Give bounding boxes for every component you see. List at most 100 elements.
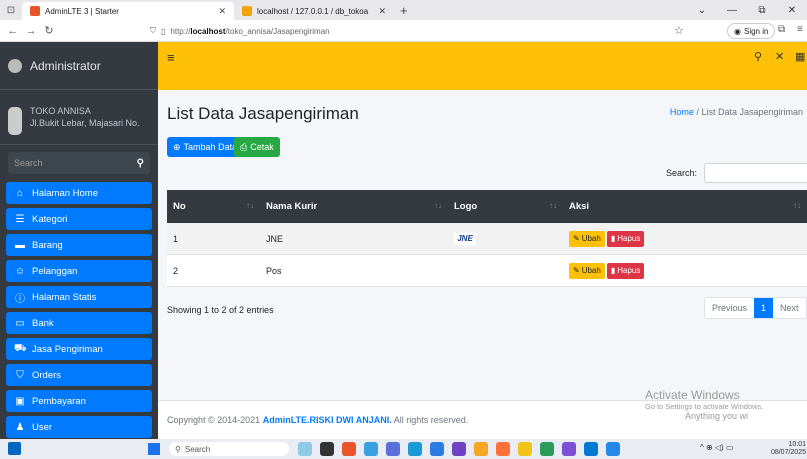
search-icon[interactable]: ⚲: [754, 50, 762, 63]
cetak-button[interactable]: ⎙ Cetak: [234, 137, 280, 157]
app-explorer-icon[interactable]: [518, 442, 532, 456]
sidebar-item-pembayaran[interactable]: ▣ Pembayaran: [6, 390, 152, 412]
brand-link[interactable]: Administrator: [0, 42, 158, 90]
widgets-icon[interactable]: [8, 442, 21, 455]
windows-start-icon[interactable]: [148, 443, 160, 455]
page-title: List Data Jasapengiriman: [167, 104, 359, 123]
extensions-icon[interactable]: ⧉: [778, 24, 785, 35]
sidebar-item-bank[interactable]: ▭ Bank: [6, 312, 152, 334]
sidebar-item-orders[interactable]: ⛉ Orders: [6, 364, 152, 386]
system-tray-icons[interactable]: ^ ⊕ ◁) ▭: [700, 443, 734, 452]
footer-rights: All rights reserved.: [391, 415, 469, 425]
sidebar-item-user[interactable]: ♟ User: [6, 416, 152, 438]
sidebar-item-jasa-pengiriman[interactable]: ⛟ Jasa Pengiriman: [6, 338, 152, 360]
sidebar-item-halaman-home[interactable]: ⌂ Halaman Home: [6, 182, 152, 204]
column-header-no[interactable]: No ↑↓: [167, 201, 260, 212]
footer-company-link[interactable]: AdminLTE.RISKI DWI ANJANI.: [263, 415, 392, 425]
app-sheets-icon[interactable]: [540, 442, 554, 456]
app-edge-icon[interactable]: [364, 442, 378, 456]
column-header-logo[interactable]: Logo ↑↓: [448, 201, 563, 212]
app-amazon-icon[interactable]: [474, 442, 488, 456]
tab-phpmyadmin[interactable]: localhost / 127.0.0.1 / db_tokoa ✕: [234, 2, 394, 20]
hapus-button[interactable]: ▮ Hapus: [606, 262, 645, 279]
brand-logo: [8, 58, 22, 73]
truck-icon: ⛟: [14, 342, 27, 354]
sidebar-menu: ⌂ Halaman Home ☰ Kategori ▬ Barang ☺ Pelangg…: [6, 182, 152, 442]
app-chat-icon[interactable]: [562, 442, 576, 456]
taskbar-search-input[interactable]: ⚲ Search: [169, 442, 289, 456]
sign-in-label: Sign in: [743, 26, 769, 36]
ubah-button[interactable]: ✎ Ubah: [569, 262, 605, 279]
app-vscode2-icon[interactable]: [606, 442, 620, 456]
app-teams-icon[interactable]: [386, 442, 400, 456]
app-taskview-icon[interactable]: [320, 442, 334, 456]
sort-icon: ↑↓: [549, 201, 557, 210]
table-row: 2 Pos ✎ Ubah ▮ Hapus: [167, 255, 807, 287]
trash-icon: ▮: [610, 234, 616, 243]
hapus-button[interactable]: ▮ Hapus: [606, 230, 645, 247]
sidebar-item-label: Pelanggan: [32, 265, 78, 277]
windows-taskbar: ⚲ Search ^ ⊕ ◁) ▭ 10:01 08/07/2025: [0, 439, 807, 459]
edit-icon: ✎: [573, 266, 580, 275]
chevron-down-icon[interactable]: ⌄: [687, 0, 717, 20]
sidebar-item-pelanggan[interactable]: ☺ Pelanggan: [6, 260, 152, 282]
tambah-data-button[interactable]: ⊕ Tambah Data: [167, 137, 244, 157]
address-bar: ← → ↻ ⛉ ▯ http://localhost/toko_annisa/J…: [0, 20, 807, 42]
search-icon[interactable]: ⚲: [137, 158, 144, 169]
app-browser-icon[interactable]: [408, 442, 422, 456]
page-1-button[interactable]: 1: [754, 298, 774, 318]
bookmark-star-icon[interactable]: ☆: [674, 24, 684, 37]
window-controls: ⌄ — ⧉ ✕: [687, 0, 807, 20]
footer-copyright: Copyright © 2014-2021: [167, 415, 263, 425]
cell-aksi: ✎ Ubah ▮ Hapus: [563, 230, 807, 247]
app-vscode-icon[interactable]: [430, 442, 444, 456]
new-tab-icon[interactable]: +: [394, 2, 414, 20]
close-window-icon[interactable]: ✕: [777, 0, 807, 20]
previous-page-button[interactable]: Previous: [705, 298, 754, 318]
cell-no: 2: [173, 265, 179, 276]
box-icon: ▬: [15, 239, 25, 251]
app-store-icon[interactable]: [342, 442, 356, 456]
column-header-aksi[interactable]: Aksi ↑↓: [563, 201, 807, 212]
reload-icon[interactable]: ↻: [40, 24, 58, 37]
fullscreen-icon[interactable]: ✕: [775, 50, 784, 63]
back-icon[interactable]: ←: [4, 25, 22, 37]
restore-icon[interactable]: ⧉: [747, 0, 777, 20]
url-field[interactable]: ⛉ ▯ http://localhost/toko_annisa/Jasapen…: [150, 23, 670, 39]
app-firefox-icon[interactable]: [496, 442, 510, 456]
breadcrumb-current: List Data Jasapengiriman: [701, 107, 803, 117]
app-misc-icon[interactable]: [452, 442, 466, 456]
tab-adminlte[interactable]: AdminLTE 3 | Starter ✕: [22, 2, 234, 20]
sidebar-item-barang[interactable]: ▬ Barang: [6, 234, 152, 256]
breadcrumb-home-link[interactable]: Home: [670, 107, 694, 117]
grid-icon[interactable]: ▦: [795, 50, 805, 63]
column-header-nama-kurir[interactable]: Nama Kurir ↑↓: [260, 201, 448, 212]
cell-nama-kurir: Pos: [266, 265, 282, 276]
sort-icon: ↑↓: [793, 201, 801, 210]
ubah-button[interactable]: ✎ Ubah: [569, 230, 605, 247]
table-search-input[interactable]: [704, 163, 807, 183]
close-tab-icon[interactable]: ✕: [218, 6, 226, 17]
menu-icon[interactable]: ≡: [797, 24, 803, 35]
next-page-button[interactable]: Next: [773, 298, 806, 318]
app-weather-icon[interactable]: [298, 442, 312, 456]
sidebar-search-input[interactable]: Search ⚲: [8, 152, 150, 174]
hamburger-icon[interactable]: ≡: [167, 50, 175, 65]
minimize-icon[interactable]: —: [717, 0, 747, 20]
forward-icon[interactable]: →: [22, 25, 40, 37]
tambah-data-label: Tambah Data: [183, 142, 238, 152]
cell-no: 1: [173, 233, 179, 244]
sidebar-item-kategori[interactable]: ☰ Kategori: [6, 208, 152, 230]
app-outlook-icon[interactable]: [584, 442, 598, 456]
taskbar-clock[interactable]: 10:01 08/07/2025: [762, 441, 806, 457]
table-info: Showing 1 to 2 of 2 entries: [167, 305, 274, 315]
close-tab-icon[interactable]: ✕: [378, 6, 386, 17]
url-path: /toko_annisa/Jasapengiriman: [225, 26, 330, 36]
sign-in-button[interactable]: ◉ Sign in: [727, 23, 776, 39]
tab-actions-icon[interactable]: ⊡: [0, 0, 22, 20]
sidebar-item-halaman-statis[interactable]: ⓘ Halaman Statis: [6, 286, 152, 308]
phpmyadmin-favicon-icon: [242, 6, 252, 16]
user-name: TOKO ANNISA: [30, 106, 91, 116]
user-panel[interactable]: TOKO ANNISA Jl.Bukit Lebar, Majasari No.: [0, 97, 158, 145]
sidebar-item-label: Kategori: [32, 213, 68, 225]
